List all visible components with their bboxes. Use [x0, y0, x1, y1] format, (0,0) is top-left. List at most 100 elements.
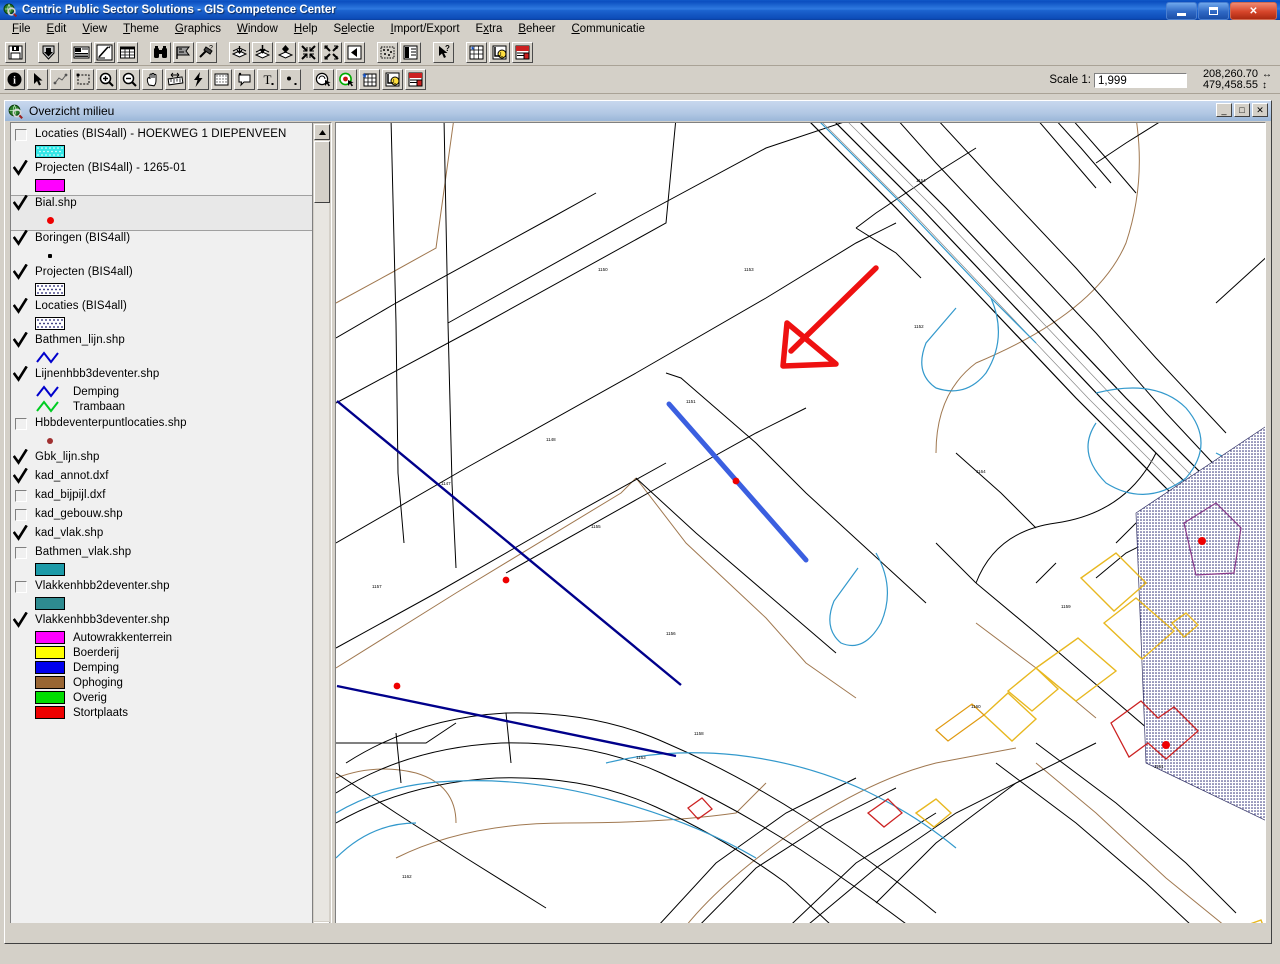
layer-checkbox-checked[interactable]: [13, 298, 28, 314]
layer-item[interactable]: Bial.shp: [11, 195, 325, 231]
hammer-tools-button[interactable]: ?: [196, 41, 217, 63]
layer-header[interactable]: Projecten (BIS4all) - 1265-01: [13, 160, 311, 178]
scrollbar-track[interactable]: [314, 203, 329, 921]
layer-header[interactable]: Hbbdeventerpuntlocaties.shp: [15, 416, 311, 433]
red-document-tool[interactable]: [405, 69, 426, 90]
layer-list-scrollbar[interactable]: [312, 123, 331, 939]
context-help-button[interactable]: ?: [433, 41, 454, 63]
layer-item[interactable]: Lijnenhbb3deventer.shp Demping Trambaan: [13, 366, 311, 416]
save-project-button[interactable]: [5, 41, 26, 63]
callout-tool[interactable]: [234, 69, 255, 90]
label-yellow-tool[interactable]: L: [382, 69, 403, 90]
layer-header[interactable]: Locaties (BIS4all): [13, 298, 311, 316]
layer-header[interactable]: Bathmen_lijn.shp: [13, 332, 311, 350]
query-builder-button[interactable]: [173, 41, 194, 63]
menu-import-export[interactable]: Import/Export: [382, 21, 467, 38]
layer-symbol-row[interactable]: Ophoging: [15, 675, 311, 690]
identify-tool[interactable]: i: [4, 69, 25, 90]
layer-symbol-row[interactable]: [15, 248, 311, 263]
layer-item[interactable]: Boringen (BIS4all): [13, 230, 311, 265]
layer-checkbox-checked[interactable]: [13, 449, 28, 465]
layer-symbol-row[interactable]: [15, 316, 311, 331]
layer-checkbox-checked[interactable]: [13, 468, 28, 484]
layer-header[interactable]: Vlakkenhbb3deventer.shp: [13, 612, 311, 630]
layer-header[interactable]: Boringen (BIS4all): [13, 230, 311, 248]
menu-window[interactable]: Window: [229, 21, 286, 38]
zoom-to-active-button[interactable]: [275, 41, 296, 63]
open-layout-button[interactable]: [400, 41, 421, 63]
pan-tool[interactable]: [142, 69, 163, 90]
menu-file[interactable]: File: [4, 21, 39, 38]
scroll-up-button[interactable]: [314, 124, 330, 140]
text-tool[interactable]: T: [257, 69, 278, 90]
layer-symbol-row[interactable]: [15, 596, 311, 611]
menu-beheer[interactable]: Beheer: [510, 21, 563, 38]
layer-item[interactable]: kad_vlak.shp: [13, 525, 311, 545]
layer-symbol-row[interactable]: Trambaan: [15, 399, 311, 414]
layer-item[interactable]: kad_gebouw.shp: [15, 507, 311, 526]
scale-input[interactable]: 1,999: [1093, 72, 1187, 88]
layer-checkbox-checked[interactable]: [13, 366, 28, 382]
select-box-tool[interactable]: [73, 69, 94, 90]
add-theme-button[interactable]: [38, 41, 59, 63]
layer-item[interactable]: Bathmen_vlak.shp: [15, 545, 311, 579]
scrollbar-thumb[interactable]: [314, 141, 330, 203]
layer-symbol-row[interactable]: Demping: [15, 384, 311, 399]
menu-view[interactable]: View: [74, 21, 115, 38]
document-close-button[interactable]: ✕: [1252, 103, 1268, 117]
layer-checkbox-unchecked[interactable]: [15, 547, 27, 559]
layer-item[interactable]: Vlakkenhbb2deventer.shp: [15, 579, 311, 613]
layer-checkbox-checked[interactable]: [13, 264, 28, 280]
layer-checkbox-unchecked[interactable]: [15, 509, 27, 521]
layer-item[interactable]: kad_bijpijl.dxf: [15, 488, 311, 507]
layer-checkbox-checked[interactable]: [13, 525, 28, 541]
draw-point-tool[interactable]: [280, 69, 301, 90]
layer-symbol-row[interactable]: Autowrakkenterrein: [15, 630, 311, 645]
layer-header[interactable]: Gbk_lijn.shp: [13, 449, 311, 467]
layer-header[interactable]: Bial.shp: [13, 195, 325, 213]
zoom-in-tool[interactable]: [96, 69, 117, 90]
zoom-to-themes-button[interactable]: [229, 41, 250, 63]
pointer-tool[interactable]: [27, 69, 48, 90]
layer-symbol-row[interactable]: [15, 282, 311, 297]
select-query-tool[interactable]: [313, 69, 334, 90]
layer-header[interactable]: Projecten (BIS4all): [13, 264, 311, 282]
layer-item[interactable]: kad_annot.dxf: [13, 468, 311, 488]
layer-symbol-row[interactable]: [15, 433, 311, 448]
red-document-button[interactable]: [512, 41, 533, 63]
layer-symbol-row[interactable]: Stortplaats: [15, 705, 311, 720]
window-minimize-button[interactable]: [1166, 2, 1197, 20]
menu-selectie[interactable]: Selectie: [326, 21, 383, 38]
layer-item[interactable]: Vlakkenhbb3deventer.shp Autowrakkenterrei…: [13, 612, 311, 722]
document-minimize-button[interactable]: _: [1216, 103, 1232, 117]
open-table-button[interactable]: [117, 41, 138, 63]
layer-checkbox-checked[interactable]: [13, 195, 28, 211]
menu-extra[interactable]: Extra: [468, 21, 511, 38]
zoom-out-tool[interactable]: [119, 69, 140, 90]
zoom-previous-button[interactable]: [344, 41, 365, 63]
layer-header[interactable]: Lijnenhbb3deventer.shp: [13, 366, 311, 384]
menu-communicatie[interactable]: Communicatie: [563, 21, 653, 38]
hot-link-tool[interactable]: [188, 69, 209, 90]
layer-header[interactable]: kad_bijpijl.dxf: [15, 488, 311, 505]
layer-checkbox-checked[interactable]: [13, 230, 28, 246]
layer-item[interactable]: Bathmen_lijn.shp: [13, 332, 311, 367]
layer-list-panel[interactable]: Locaties (BIS4all) - HOEKWEG 1 DIEPENVEE…: [10, 122, 332, 940]
zoom-in-fixed-button[interactable]: [298, 41, 319, 63]
layer-item[interactable]: Projecten (BIS4all) - 1265-01: [13, 160, 311, 195]
layer-checkbox-checked[interactable]: [13, 160, 28, 176]
layer-checkbox-checked[interactable]: [13, 332, 28, 348]
layer-header[interactable]: Bathmen_vlak.shp: [15, 545, 311, 562]
layer-checkbox-unchecked[interactable]: [15, 129, 27, 141]
layer-header[interactable]: kad_vlak.shp: [13, 525, 311, 543]
layer-checkbox-checked[interactable]: [13, 612, 28, 628]
document-maximize-button[interactable]: □: [1234, 103, 1250, 117]
layer-checkbox-unchecked[interactable]: [15, 581, 27, 593]
table-blue-button[interactable]: [466, 41, 487, 63]
grid-blue-tool[interactable]: [359, 69, 380, 90]
theme-properties-button[interactable]: [71, 41, 92, 63]
menu-graphics[interactable]: Graphics: [167, 21, 229, 38]
layer-checkbox-unchecked[interactable]: [15, 490, 27, 502]
layer-symbol-row[interactable]: Boerderij: [15, 645, 311, 660]
layer-item[interactable]: Gbk_lijn.shp: [13, 449, 311, 469]
